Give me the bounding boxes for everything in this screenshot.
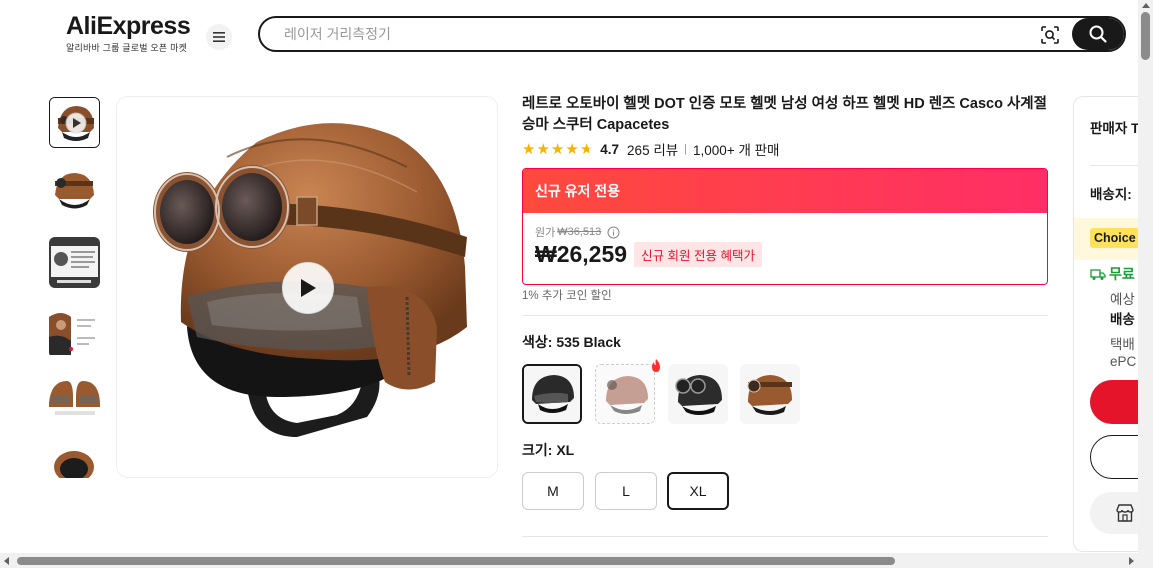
- truck-icon: [1090, 268, 1106, 280]
- promo-header: 신규 유저 전용: [523, 169, 1047, 213]
- color-swatch-brown-goggle[interactable]: [740, 364, 800, 424]
- product-title: 레트로 오토바이 헬멧 DOT 인증 모토 헬멧 남성 여성 하프 헬멧 HD …: [522, 96, 1047, 133]
- coin-discount: 1% 추가 코인 할인: [522, 290, 612, 302]
- search-button[interactable]: [1072, 18, 1124, 50]
- original-label: 원가: [535, 227, 556, 239]
- size-option-m[interactable]: M: [522, 472, 584, 510]
- delivery-label: 배송: [1110, 312, 1135, 327]
- horizontal-scroll-thumb[interactable]: [17, 557, 895, 565]
- star-half-icon: ★: [579, 140, 594, 158]
- search-input[interactable]: [282, 25, 986, 43]
- scroll-right-arrow-icon[interactable]: [1129, 557, 1134, 565]
- divider: [522, 536, 1048, 537]
- color-selected: 535 Black: [556, 334, 621, 350]
- video-play-button[interactable]: [282, 262, 334, 314]
- color-label: 색상: 535 Black: [522, 334, 621, 350]
- camera-search-icon[interactable]: [1040, 25, 1060, 50]
- scroll-up-arrow-icon[interactable]: [1142, 3, 1150, 8]
- price-badge: 신규 회원 전용 혜택가: [634, 242, 762, 267]
- seller-label: 판매자 T: [1090, 121, 1140, 136]
- logo-text: AliExpress: [66, 12, 191, 40]
- separator: |: [684, 143, 688, 155]
- review-count[interactable]: 265 리뷰: [627, 139, 678, 159]
- store-icon: [1116, 504, 1134, 522]
- logo-subtitle: 알리바바 그룹 글로벌 오픈 마켓: [66, 43, 188, 53]
- thumbnail-description[interactable]: [49, 237, 100, 288]
- menu-button[interactable]: [206, 24, 232, 50]
- main-product-image[interactable]: [116, 96, 498, 478]
- color-swatch-black[interactable]: [522, 364, 582, 424]
- free-shipping-row: 무료: [1090, 264, 1135, 284]
- original-price: ₩36,513: [557, 226, 602, 238]
- star-icon: ★: [536, 140, 550, 158]
- size-option-xl[interactable]: XL: [667, 472, 729, 510]
- star-icon: ★: [550, 140, 565, 158]
- rating-value: 4.7: [600, 141, 620, 157]
- thumbnail-detail[interactable]: [49, 307, 100, 358]
- thumbnail-helmet-side[interactable]: [49, 167, 100, 218]
- divider: [522, 315, 1048, 316]
- current-price: ₩26,259: [535, 241, 628, 267]
- estimate-label: 예상: [1110, 292, 1135, 307]
- free-shipping-label: 무료: [1109, 266, 1135, 282]
- rating-stars: ★ ★ ★ ★ ★: [522, 142, 593, 157]
- rating-row: ★ ★ ★ ★ ★ 4.7 265 리뷰 | 1,000+ 개 판매: [522, 139, 780, 159]
- courier-label: 택배: [1110, 337, 1135, 352]
- price-row: ₩26,259 신규 회원 전용 혜택가: [535, 241, 762, 268]
- ship-to-label[interactable]: 배송지:: [1090, 183, 1132, 203]
- size-option-l[interactable]: L: [595, 472, 657, 510]
- info-icon[interactable]: [607, 226, 620, 239]
- thumbnail-video[interactable]: [49, 97, 100, 148]
- sold-count: 1,000+ 개 판매: [693, 143, 780, 158]
- horizontal-scrollbar[interactable]: [0, 553, 1153, 568]
- hot-fire-icon: [652, 359, 660, 372]
- vertical-scroll-thumb[interactable]: [1141, 12, 1150, 60]
- vertical-scrollbar[interactable]: [1138, 0, 1153, 568]
- original-price-row: 원가 ₩36,513: [535, 224, 620, 240]
- star-icon: ★: [565, 140, 579, 158]
- size-label: 크기: XL: [522, 442, 575, 458]
- carrier-label: ePC: [1110, 354, 1137, 369]
- thumbnail-front-back[interactable]: [49, 377, 100, 428]
- color-swatch-brown[interactable]: [595, 364, 655, 424]
- choice-badge: Choice: [1090, 228, 1140, 248]
- scroll-left-arrow-icon[interactable]: [4, 557, 9, 565]
- aliexpress-logo[interactable]: AliExpress 알리바바 그룹 글로벌 오픈 마켓: [66, 12, 191, 54]
- new-user-promo: 신규 유저 전용 원가 ₩36,513 ₩26,259 신규 회원 전용 혜택가: [522, 168, 1048, 285]
- menu-icon: [213, 32, 225, 42]
- search-bar: [258, 16, 1126, 52]
- search-icon: [1089, 25, 1107, 43]
- star-icon: ★: [522, 140, 536, 158]
- play-icon: [301, 279, 316, 297]
- size-selected: XL: [556, 442, 575, 458]
- thumbnail-inner[interactable]: [49, 447, 100, 478]
- color-swatch-black-goggle[interactable]: [668, 364, 728, 424]
